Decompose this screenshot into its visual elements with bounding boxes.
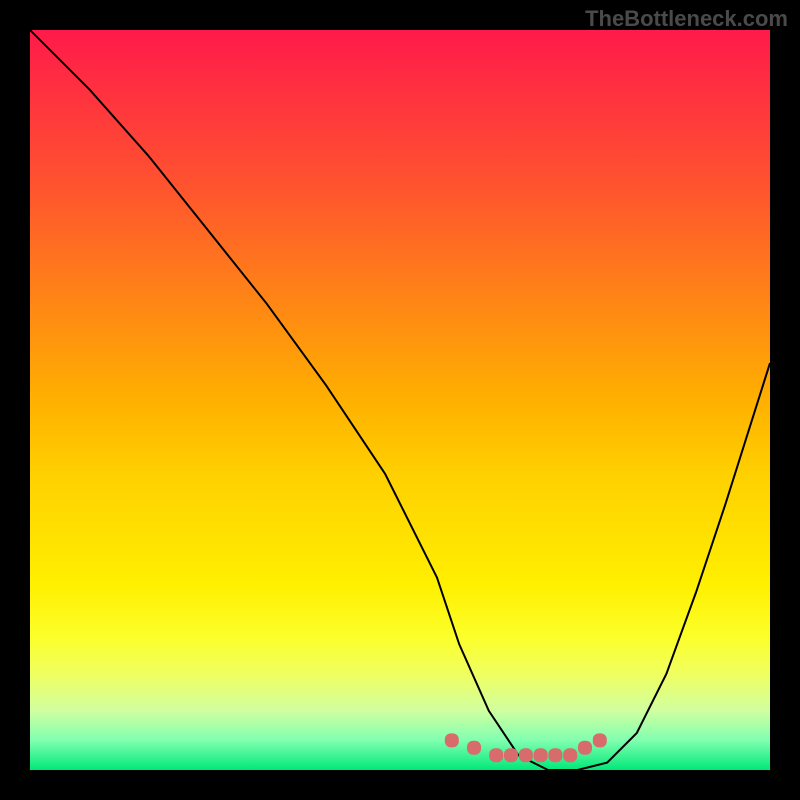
watermark-text: TheBottleneck.com	[585, 6, 788, 32]
highlight-marker	[504, 748, 518, 762]
bottleneck-curve-path	[30, 30, 770, 770]
highlight-marker	[578, 741, 592, 755]
highlight-marker	[534, 748, 548, 762]
highlight-marker	[519, 748, 533, 762]
highlight-marker	[548, 748, 562, 762]
bottleneck-curve-svg	[30, 30, 770, 770]
highlight-marker	[467, 741, 481, 755]
optimal-range-markers	[445, 733, 607, 762]
highlight-marker	[445, 733, 459, 747]
highlight-marker	[563, 748, 577, 762]
highlight-marker	[489, 748, 503, 762]
chart-plot-area	[30, 30, 770, 770]
highlight-marker	[593, 733, 607, 747]
